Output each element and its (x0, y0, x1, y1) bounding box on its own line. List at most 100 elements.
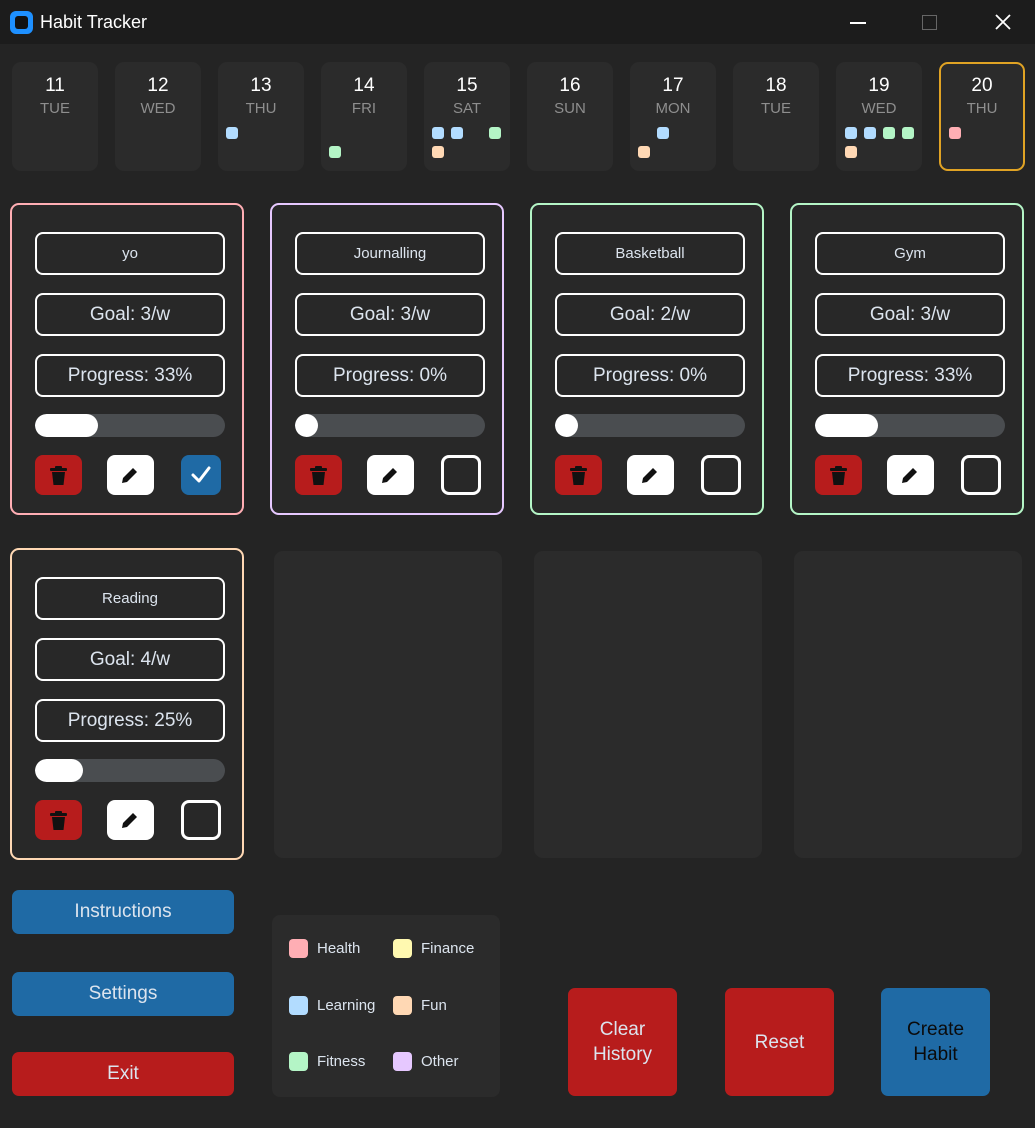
habit-progress-bar (555, 414, 745, 437)
exit-button[interactable]: Exit (12, 1052, 234, 1096)
pencil-icon (122, 468, 137, 483)
delete-habit-button[interactable] (555, 455, 602, 495)
legend-swatch (289, 996, 308, 1015)
legend-swatch (393, 996, 412, 1015)
day-name: TUE (40, 100, 70, 117)
activity-dot (329, 146, 341, 158)
day-name: WED (861, 100, 897, 117)
habit-progress-fill (815, 414, 878, 437)
empty-habit-slot (274, 551, 502, 858)
day-name: MON (655, 100, 691, 117)
habit-progress-fill (35, 414, 98, 437)
habit-progress-fill (295, 414, 318, 437)
day-number: 17 (662, 75, 684, 96)
habit-card: Reading Goal: 4/w Progress: 25% (10, 548, 244, 860)
day-number: 18 (765, 75, 787, 96)
complete-checkbox[interactable] (181, 800, 221, 840)
activity-dot (226, 127, 238, 139)
activity-dot (883, 127, 895, 139)
legend-label: Health (317, 940, 361, 957)
day-number: 14 (353, 75, 375, 96)
calendar-day: 14 FRI (321, 62, 407, 171)
app-icon (10, 11, 33, 34)
activity-dot (949, 127, 961, 139)
pencil-icon (382, 468, 397, 483)
day-number: 20 (971, 75, 993, 96)
legend-label: Other (421, 1053, 459, 1070)
checkmark-icon (191, 466, 211, 483)
create-habit-label: Create Habit (906, 1019, 965, 1065)
complete-checkbox[interactable] (181, 455, 221, 495)
habit-name[interactable]: Reading (35, 577, 225, 620)
habit-card: Gym Goal: 3/w Progress: 33% (790, 203, 1024, 515)
delete-habit-button[interactable] (295, 455, 342, 495)
habit-progress-bar (815, 414, 1005, 437)
clear-history-button[interactable]: Clear History (568, 988, 677, 1096)
day-name: THU (245, 100, 277, 117)
activity-dot (845, 146, 857, 158)
legend-swatch (289, 1052, 308, 1071)
legend-swatch (393, 1052, 412, 1071)
activity-dot (657, 127, 669, 139)
complete-checkbox[interactable] (961, 455, 1001, 495)
habit-goal: Goal: 3/w (35, 293, 225, 336)
habit-card: Journalling Goal: 3/w Progress: 0% (270, 203, 504, 515)
settings-button[interactable]: Settings (12, 972, 234, 1016)
activity-dot (638, 146, 650, 158)
close-button[interactable] (980, 0, 1030, 44)
trash-icon (570, 466, 587, 485)
edit-habit-button[interactable] (107, 800, 154, 840)
category-legend: Health Finance Learning Fun Fitness Othe… (272, 915, 500, 1097)
habit-progress-fill (35, 759, 83, 782)
habit-progress-bar (35, 414, 225, 437)
day-number: 13 (250, 75, 272, 96)
trash-icon (50, 811, 67, 830)
habit-name[interactable]: Basketball (555, 232, 745, 275)
complete-checkbox[interactable] (441, 455, 481, 495)
habit-goal: Goal: 4/w (35, 638, 225, 681)
habit-progress-label: Progress: 33% (35, 354, 225, 397)
day-number: 16 (559, 75, 581, 96)
reset-button[interactable]: Reset (725, 988, 834, 1096)
minimize-button[interactable] (832, 0, 882, 44)
habit-progress-label: Progress: 0% (555, 354, 745, 397)
pencil-icon (642, 468, 657, 483)
create-habit-button[interactable]: Create Habit (881, 988, 990, 1096)
habit-name[interactable]: yo (35, 232, 225, 275)
habit-name[interactable]: Journalling (295, 232, 485, 275)
edit-habit-button[interactable] (107, 455, 154, 495)
maximize-button[interactable] (904, 0, 954, 44)
habit-progress-label: Progress: 0% (295, 354, 485, 397)
delete-habit-button[interactable] (35, 800, 82, 840)
delete-habit-button[interactable] (815, 455, 862, 495)
legend-swatch (393, 939, 412, 958)
edit-habit-button[interactable] (367, 455, 414, 495)
activity-dot (432, 127, 444, 139)
activity-dot (902, 127, 914, 139)
habit-progress-label: Progress: 33% (815, 354, 1005, 397)
day-number: 15 (456, 75, 478, 96)
day-number: 11 (45, 75, 65, 96)
activity-dot (432, 146, 444, 158)
calendar-day: 19 WED (836, 62, 922, 171)
trash-icon (310, 466, 327, 485)
day-number: 19 (868, 75, 890, 96)
close-icon (995, 14, 1011, 30)
instructions-button[interactable]: Instructions (12, 890, 234, 934)
habit-progress-bar (35, 759, 225, 782)
clear-history-label: Clear History (592, 1019, 653, 1065)
edit-habit-button[interactable] (627, 455, 674, 495)
habit-name[interactable]: Gym (815, 232, 1005, 275)
edit-habit-button[interactable] (887, 455, 934, 495)
calendar-day: 13 THU (218, 62, 304, 171)
day-number: 12 (147, 75, 169, 96)
delete-habit-button[interactable] (35, 455, 82, 495)
complete-checkbox[interactable] (701, 455, 741, 495)
habit-goal: Goal: 3/w (295, 293, 485, 336)
activity-dot (845, 127, 857, 139)
activity-dot (489, 127, 501, 139)
calendar-day: 11 TUE (12, 62, 98, 171)
habit-progress-bar (295, 414, 485, 437)
day-name: WED (140, 100, 176, 117)
day-name: SUN (554, 100, 586, 117)
